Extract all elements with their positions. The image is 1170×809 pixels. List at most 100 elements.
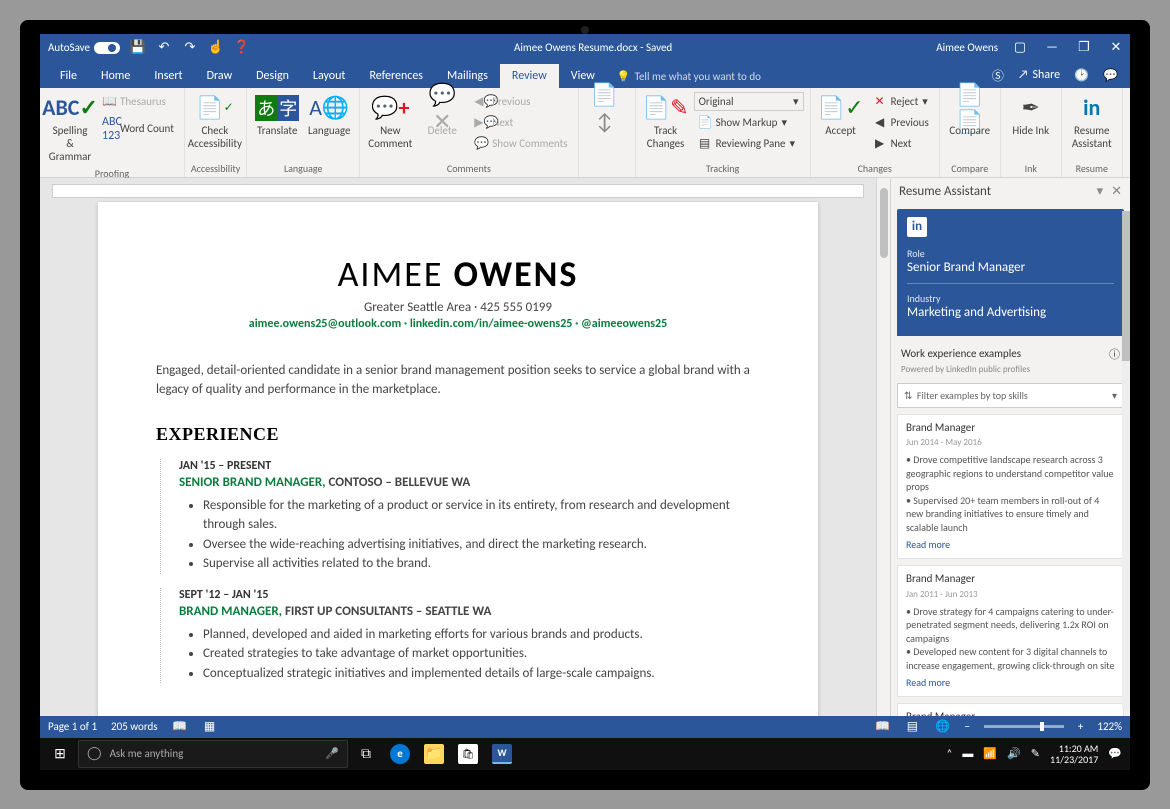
tab-home[interactable]: Home	[89, 64, 142, 88]
ribbon-display-icon[interactable]: ▢	[1010, 38, 1030, 58]
thesaurus-button[interactable]: 📖Thesaurus	[98, 92, 178, 111]
industry-label: Industry	[907, 292, 1114, 305]
start-button[interactable]: ⊞	[44, 738, 76, 770]
edge-icon: e	[390, 744, 410, 764]
zoom-out-icon[interactable]: −	[964, 720, 969, 733]
volume-icon[interactable]: 🔊	[1007, 747, 1021, 760]
example-dates: Jun 2014 - May 2016	[906, 437, 1115, 449]
spellcheck-icon: ABC✓	[42, 94, 98, 122]
taskbar-app-explorer[interactable]: 📁	[418, 738, 450, 770]
history-icon[interactable]: 🕑	[1074, 68, 1089, 83]
language-button[interactable]: A🌐 Language	[305, 92, 353, 139]
action-center-icon[interactable]: 💬	[1108, 747, 1122, 760]
industry-value[interactable]: Marketing and Advertising	[907, 305, 1114, 320]
compare-button[interactable]: 📄📄 Compare	[946, 92, 994, 139]
cortana-search[interactable]: ◯ Ask me anything 🎤	[78, 740, 348, 768]
show-comments-button[interactable]: 💬Show Comments	[470, 134, 571, 153]
hide-ink-button[interactable]: ✒ Hide Ink	[1007, 92, 1055, 139]
linkedin-logo-icon: in	[907, 217, 927, 237]
redo-icon[interactable]: ↷	[182, 40, 198, 56]
taskbar-app-store[interactable]: 🛍	[452, 738, 484, 770]
resume-links-line: aimee.owens25@outlook.com · linkedin.com…	[156, 317, 760, 331]
taskbar-app-edge[interactable]: e	[384, 738, 416, 770]
accept-button[interactable]: 📄✓ Accept	[817, 92, 865, 139]
pane-scrollbar[interactable]	[1122, 211, 1130, 710]
read-more-link[interactable]: Read more	[906, 538, 1115, 552]
display-for-review-dropdown[interactable]: Original▾	[694, 92, 804, 111]
job-bullet: Oversee the wide-reaching advertising in…	[203, 535, 760, 555]
user-name[interactable]: Aimee Owens	[936, 41, 998, 54]
tray-chevron-icon[interactable]: ˄	[946, 747, 952, 760]
previous-comment-button[interactable]: ◀💬Previous	[470, 92, 571, 111]
microphone-icon[interactable]: 🎤	[325, 747, 339, 760]
simple-markup-toggle[interactable]: 📄↕	[581, 92, 629, 124]
tab-draw[interactable]: Draw	[195, 64, 245, 88]
restore-icon[interactable]: ❐	[1074, 38, 1094, 58]
comments-toggle-icon[interactable]: 💬	[1103, 68, 1118, 83]
translate-button[interactable]: あ字 Translate	[253, 92, 301, 139]
read-more-link[interactable]: Read more	[906, 676, 1115, 690]
vertical-scrollbar[interactable]	[876, 178, 890, 716]
tab-design[interactable]: Design	[244, 64, 301, 88]
pane-close-icon[interactable]: ✕	[1111, 184, 1122, 199]
delete-comment-button[interactable]: 💬✕ Delete	[418, 92, 466, 139]
check-accessibility-button[interactable]: 📄✓ Check Accessibility	[191, 92, 239, 152]
horizontal-ruler[interactable]	[52, 184, 864, 198]
save-icon[interactable]: 💾	[130, 40, 146, 56]
document-page[interactable]: AIMEE OWENS Greater Seattle Area · 425 5…	[98, 202, 818, 716]
word-count-indicator[interactable]: 205 words	[111, 720, 158, 733]
battery-icon[interactable]: ▬	[962, 747, 973, 760]
reviewing-pane-button[interactable]: ▤Reviewing Pane ▾	[694, 134, 804, 153]
print-layout-icon[interactable]: ▤	[904, 719, 920, 735]
previous-change-button[interactable]: ◀Previous	[869, 113, 933, 132]
share-button[interactable]: ↗ Share	[1018, 68, 1060, 82]
read-mode-icon[interactable]: 📖	[874, 719, 890, 735]
pane-dropdown-icon[interactable]: ▾	[1097, 184, 1104, 199]
job-entry: SEPT '12 – JAN '15 BRAND MANAGER, FIRST …	[160, 588, 760, 684]
tracking-group-label: Tracking	[642, 160, 804, 175]
show-markup-button[interactable]: 📄Show Markup ▾	[694, 113, 804, 132]
track-changes-button[interactable]: 📄✎ Track Changes	[642, 92, 690, 152]
minimize-icon[interactable]: —	[1042, 38, 1062, 58]
filter-skills-dropdown[interactable]: ⇅ Filter examples by top skills ▾	[897, 383, 1124, 408]
next-comment-button[interactable]: ▶💬Next	[470, 113, 571, 132]
experience-example-card: Brand Manager Jan 2011 - Jun 2013 • Drov…	[897, 565, 1124, 697]
document-area[interactable]: AIMEE OWENS Greater Seattle Area · 425 5…	[40, 178, 876, 716]
undo-icon[interactable]: ↶	[156, 40, 172, 56]
wifi-icon[interactable]: 📶	[983, 747, 997, 760]
resume-assistant-button[interactable]: in Resume Assistant	[1068, 92, 1116, 152]
collapse-ribbon-icon[interactable]: ⌃	[1123, 154, 1130, 177]
tablet-camera	[581, 26, 589, 34]
tab-layout[interactable]: Layout	[301, 64, 358, 88]
next-change-button[interactable]: ▶Next	[869, 134, 933, 153]
autosave-toggle[interactable]: AutoSave	[48, 41, 120, 54]
task-view-button[interactable]: ⧉	[350, 738, 382, 770]
system-clock[interactable]: 11:20 AM 11/23/2017	[1050, 743, 1098, 765]
ink-group-label: Ink	[1007, 160, 1055, 175]
zoom-slider[interactable]	[984, 725, 1064, 728]
tab-file[interactable]: File	[48, 64, 89, 88]
role-value[interactable]: Senior Brand Manager	[907, 260, 1114, 275]
translate-icon: あ字	[255, 94, 299, 122]
skype-icon[interactable]: Ⓢ	[992, 67, 1004, 84]
spellcheck-status-icon[interactable]: 📖	[172, 719, 188, 735]
help-icon[interactable]: ❓	[234, 40, 250, 56]
reject-button[interactable]: ✕Reject ▾	[869, 92, 933, 111]
info-icon[interactable]: ⓘ	[1109, 346, 1120, 362]
word-count-button[interactable]: ABC123Word Count	[98, 113, 178, 145]
tab-insert[interactable]: Insert	[142, 64, 194, 88]
spelling-grammar-button[interactable]: ABC✓ Spelling & Grammar	[46, 92, 94, 165]
page-indicator[interactable]: Page 1 of 1	[48, 720, 97, 733]
web-layout-icon[interactable]: 🌐	[934, 719, 950, 735]
zoom-level[interactable]: 122%	[1097, 720, 1122, 733]
pen-icon[interactable]: ✎	[1031, 747, 1040, 760]
tell-me-search[interactable]: 💡 Tell me what you want to do	[607, 65, 771, 88]
zoom-in-icon[interactable]: +	[1078, 720, 1083, 733]
tab-review[interactable]: Review	[500, 64, 559, 88]
new-comment-button[interactable]: 💬+ New Comment	[366, 92, 414, 152]
example-title: Brand Manager	[906, 421, 1115, 436]
taskbar-app-word[interactable]: W	[486, 738, 518, 770]
touch-mode-icon[interactable]: ☝	[208, 40, 224, 56]
close-icon[interactable]: ✕	[1106, 38, 1126, 58]
macro-status-icon[interactable]: ▦	[202, 719, 218, 735]
